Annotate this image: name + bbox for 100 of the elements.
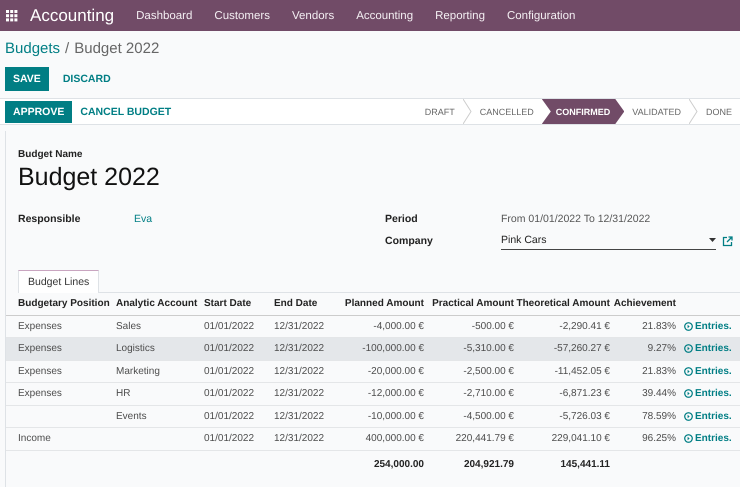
table-cell: 12/31/2022: [274, 410, 324, 422]
table-cell: 12/31/2022: [274, 433, 324, 444]
table-cell: -100,000.00 €: [362, 343, 424, 354]
apps-menu-icon[interactable]: [6, 10, 18, 22]
table-cell: 220,441.79 €: [456, 433, 514, 444]
table-cell: -4,000.00 €: [373, 320, 424, 332]
breadcrumb-current: Budget 2022: [74, 40, 160, 59]
menu-item[interactable]: Configuration: [506, 10, 576, 22]
entries-link[interactable]: Entries.: [695, 433, 732, 444]
table-row[interactable]: Expenses HR 01/01/2022 12/31/2022 -12,000.00 € -2,710.00 € -6,871.23 € 39.44% Entries.: [6, 383, 740, 406]
play-circle-icon[interactable]: [684, 366, 693, 376]
table-cell: 12/31/2022: [274, 388, 324, 400]
table-cell: Sales: [116, 320, 142, 332]
field-label: Period: [385, 213, 418, 225]
table-cell: 39.44%: [642, 388, 676, 400]
table-cell: Marketing: [116, 366, 160, 377]
total-cell: 204,921.79: [464, 459, 514, 470]
table-cell: -10,000.00 €: [368, 410, 424, 422]
app-name[interactable]: Accounting: [30, 6, 114, 26]
table-cell: Expenses: [18, 366, 62, 377]
table-cell: 229,041.10 €: [552, 433, 610, 444]
play-circle-icon[interactable]: [684, 322, 693, 331]
column-header[interactable]: Theoretical Amount: [516, 298, 610, 310]
column-header[interactable]: Practical Amount: [432, 298, 514, 310]
caret-icon[interactable]: [709, 238, 716, 242]
column-header[interactable]: Budgetary Position: [18, 298, 110, 310]
entries-link[interactable]: Entries.: [695, 343, 732, 354]
total-cell: 254,000.00: [374, 459, 424, 470]
discard-button[interactable]: DISCARD: [54, 67, 119, 91]
play-circle-icon[interactable]: [684, 389, 693, 398]
responsible-link[interactable]: Eva: [134, 213, 152, 225]
column-header[interactable]: Planned Amount: [344, 298, 424, 310]
breadcrumb-link[interactable]: Budgets: [5, 40, 60, 62]
entries-link[interactable]: Entries.: [695, 366, 732, 377]
table-cell: 96.25%: [642, 433, 676, 444]
entries-link[interactable]: Entries.: [695, 388, 732, 400]
chevron-icon: [462, 99, 472, 124]
column-header[interactable]: Achievement: [614, 298, 676, 310]
total-cell: 145,441.11: [560, 459, 610, 470]
table-cell: -11,452.05 €: [554, 366, 610, 377]
table-cell: Expenses: [18, 320, 62, 332]
budget-title[interactable]: Budget 2022: [18, 163, 160, 192]
table-cell: 21.83%: [642, 366, 676, 377]
column-header[interactable]: Analytic Account: [116, 298, 198, 310]
column-header[interactable]: Start Date: [204, 298, 252, 310]
status-stage[interactable]: CONFIRMED: [542, 99, 624, 124]
column-header[interactable]: End Date: [274, 298, 318, 310]
table-cell: Expenses: [18, 343, 62, 354]
table-cell: -20,000.00 €: [368, 366, 424, 377]
entries-link[interactable]: Entries.: [695, 320, 732, 332]
field-label: Company: [385, 235, 433, 247]
table-row[interactable]: Income 01/01/2022 12/31/2022 400,000.00 € 220,441.79 € 229,041.10 € 96.25% Entries.: [6, 428, 740, 450]
menu-item[interactable]: Customers: [214, 10, 270, 22]
table-cell: -2,500.00 €: [463, 366, 514, 377]
cancel-button[interactable]: CANCEL BUDGET: [72, 100, 180, 122]
table-cell: -5,726.03 €: [559, 410, 610, 422]
table-cell: -2,710.00 €: [463, 388, 514, 400]
menu-item[interactable]: Accounting: [356, 10, 414, 22]
table-cell: Income: [18, 433, 51, 444]
save-button[interactable]: SAVE: [5, 67, 49, 91]
period-value: From 01/01/2022 To 12/31/2022: [501, 213, 650, 225]
approve-button[interactable]: APPROVE: [5, 100, 72, 122]
table-cell: Events: [116, 410, 147, 422]
table-cell: Logistics: [116, 343, 155, 354]
table-row[interactable]: Expenses Logistics 01/01/2022 12/31/2022 -100,000.00 € -5,310.00 € -57,260.27 € 9.27% Entries.: [6, 338, 740, 360]
table-cell: 01/01/2022: [204, 343, 254, 354]
menu-item[interactable]: Dashboard: [136, 10, 192, 22]
table-cell: -4,500.00 €: [463, 410, 514, 422]
company-select[interactable]: Pink Cars: [501, 232, 716, 250]
play-circle-icon[interactable]: [684, 344, 693, 354]
menu-item[interactable]: Vendors: [292, 10, 334, 22]
table-cell: Expenses: [18, 388, 62, 400]
table-cell: 12/31/2022: [274, 343, 324, 354]
table-cell: 9.27%: [648, 343, 676, 354]
table-cell: 01/01/2022: [204, 388, 254, 400]
tab[interactable]: Budget Lines: [18, 270, 100, 293]
table-cell: 01/01/2022: [204, 320, 254, 332]
table-cell: -12,000.00 €: [368, 388, 424, 400]
table-cell: 78.59%: [642, 410, 676, 422]
play-circle-icon[interactable]: [684, 434, 693, 444]
table-cell: -2,290.41 €: [559, 320, 610, 332]
table-cell: HR: [116, 388, 130, 400]
table-row[interactable]: Events 01/01/2022 12/31/2022 -10,000.00 € -4,500.00 € -5,726.03 € 78.59% Entries.: [6, 406, 740, 428]
table-cell: 01/01/2022: [204, 366, 254, 377]
table-cell: -6,871.23 €: [559, 388, 610, 400]
field-label: Responsible: [18, 213, 80, 225]
table-cell: -5,310.00 €: [463, 343, 514, 354]
table-row[interactable]: Expenses Marketing 01/01/2022 12/31/2022 -20,000.00 € -2,500.00 € -11,452.05 € 21.83% Entries.: [6, 360, 740, 383]
entries-link[interactable]: Entries.: [695, 410, 732, 422]
table-cell: 12/31/2022: [274, 320, 324, 332]
table-cell: 400,000.00 €: [366, 433, 424, 444]
external-link-icon[interactable]: [722, 236, 733, 246]
breadcrumb-separator: /: [65, 40, 70, 59]
menu-item[interactable]: Reporting: [435, 10, 485, 22]
field-label: Budget Name: [18, 149, 82, 160]
table-cell: -500.00 €: [472, 320, 514, 332]
table-cell: 12/31/2022: [274, 366, 324, 377]
play-circle-icon[interactable]: [684, 412, 693, 421]
table-cell: 01/01/2022: [204, 433, 254, 444]
table-cell: 01/01/2022: [204, 410, 254, 422]
